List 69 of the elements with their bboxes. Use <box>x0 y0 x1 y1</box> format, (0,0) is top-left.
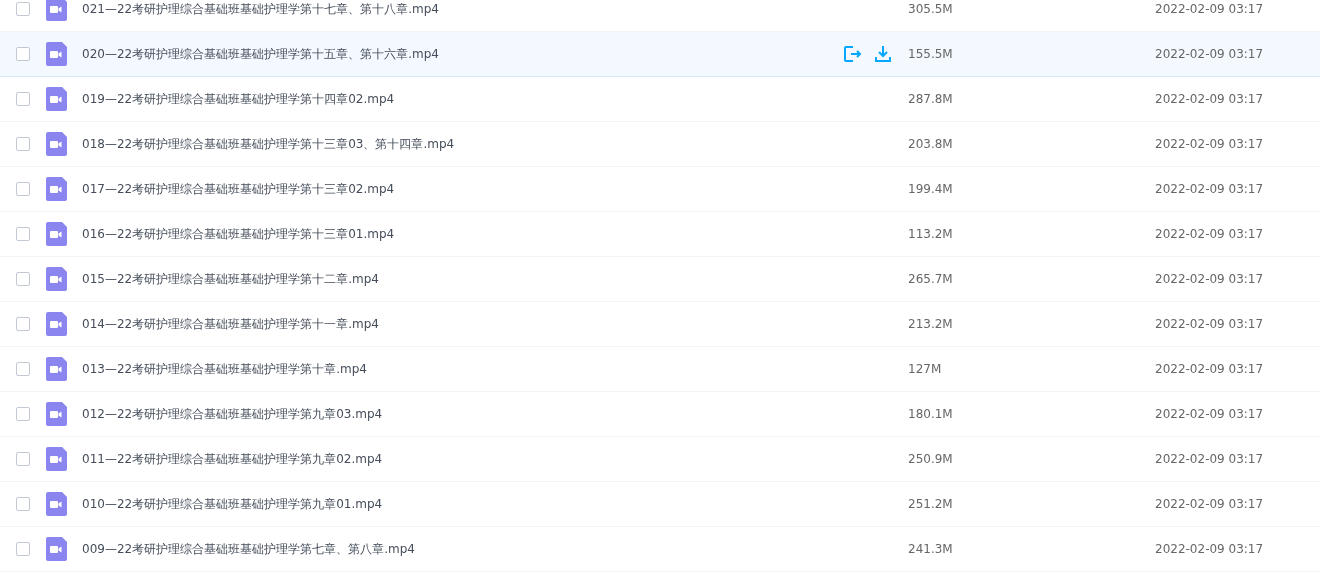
file-size: 265.7M <box>908 271 954 288</box>
video-file-icon <box>46 132 67 156</box>
modified-date: 2022-02-09 03:17 <box>1155 406 1264 423</box>
video-file-icon <box>46 267 67 291</box>
video-file-icon <box>46 312 67 336</box>
video-file-icon <box>46 42 67 66</box>
file-name[interactable]: 018—22考研护理综合基础班基础护理学第十三章03、第十四章.mp4 <box>82 135 842 153</box>
download-icon[interactable] <box>874 45 892 63</box>
file-size: 287.8M <box>908 91 954 108</box>
video-file-icon <box>46 402 67 426</box>
file-size: 305.5M <box>908 1 954 18</box>
file-name[interactable]: 014—22考研护理综合基础班基础护理学第十一章.mp4 <box>82 315 842 333</box>
video-file-icon <box>46 177 67 201</box>
file-size: 203.8M <box>908 136 954 153</box>
video-file-icon <box>46 357 67 381</box>
checkbox[interactable] <box>16 317 30 331</box>
file-name[interactable]: 012—22考研护理综合基础班基础护理学第九章03.mp4 <box>82 405 842 423</box>
checkbox[interactable] <box>16 452 30 466</box>
file-size: 155.5M <box>908 46 954 63</box>
checkbox[interactable] <box>16 272 30 286</box>
modified-date: 2022-02-09 03:17 <box>1155 46 1264 63</box>
file-name[interactable]: 016—22考研护理综合基础班基础护理学第十三章01.mp4 <box>82 225 842 243</box>
file-name[interactable]: 011—22考研护理综合基础班基础护理学第九章02.mp4 <box>82 450 842 468</box>
video-file-icon <box>46 447 67 471</box>
checkbox[interactable] <box>16 2 30 16</box>
share-icon[interactable] <box>842 44 862 64</box>
file-name[interactable]: 009—22考研护理综合基础班基础护理学第七章、第八章.mp4 <box>82 540 842 558</box>
file-size: 127M <box>908 361 943 378</box>
video-file-icon <box>46 222 67 246</box>
file-size: 251.2M <box>908 496 954 513</box>
file-size: 199.4M <box>908 181 954 198</box>
modified-date: 2022-02-09 03:17 <box>1155 271 1264 288</box>
file-size: 250.9M <box>908 451 954 468</box>
checkbox[interactable] <box>16 362 30 376</box>
file-row[interactable]: 020—22考研护理综合基础班基础护理学第十五章、第十六章.mp4 155.5M 2022-02-09 03:17 <box>0 32 1320 77</box>
checkbox[interactable] <box>16 47 30 61</box>
checkbox[interactable] <box>16 182 30 196</box>
checkbox[interactable] <box>16 407 30 421</box>
modified-date: 2022-02-09 03:17 <box>1155 91 1264 108</box>
file-size: 213.2M <box>908 316 954 333</box>
modified-date: 2022-02-09 03:17 <box>1155 451 1264 468</box>
video-file-icon <box>46 537 67 561</box>
video-file-icon <box>46 492 67 516</box>
file-size: 113.2M <box>908 226 954 243</box>
file-row[interactable]: 021—22考研护理综合基础班基础护理学第十七章、第十八章.mp4 305.5M 2022-02-09 03:17 <box>0 0 1320 32</box>
checkbox[interactable] <box>16 137 30 151</box>
checkbox[interactable] <box>16 497 30 511</box>
file-size: 241.3M <box>908 541 954 558</box>
checkbox[interactable] <box>16 227 30 241</box>
modified-date: 2022-02-09 03:17 <box>1155 496 1264 513</box>
video-file-icon <box>46 87 67 111</box>
checkbox[interactable] <box>16 542 30 556</box>
file-size: 180.1M <box>908 406 954 423</box>
file-name[interactable]: 017—22考研护理综合基础班基础护理学第十三章02.mp4 <box>82 180 842 198</box>
file-name[interactable]: 020—22考研护理综合基础班基础护理学第十五章、第十六章.mp4 <box>82 45 842 63</box>
file-name[interactable]: 021—22考研护理综合基础班基础护理学第十七章、第十八章.mp4 <box>82 0 842 18</box>
file-name[interactable]: 010—22考研护理综合基础班基础护理学第九章01.mp4 <box>82 495 842 513</box>
modified-date: 2022-02-09 03:17 <box>1155 136 1264 153</box>
modified-date: 2022-02-09 03:17 <box>1155 1 1264 18</box>
video-file-icon <box>46 0 67 21</box>
modified-date: 2022-02-09 03:17 <box>1155 541 1264 558</box>
modified-date: 2022-02-09 03:17 <box>1155 316 1264 333</box>
file-name[interactable]: 019—22考研护理综合基础班基础护理学第十四章02.mp4 <box>82 90 842 108</box>
modified-date: 2022-02-09 03:17 <box>1155 226 1264 243</box>
file-name[interactable]: 013—22考研护理综合基础班基础护理学第十章.mp4 <box>82 360 842 378</box>
modified-date: 2022-02-09 03:17 <box>1155 181 1264 198</box>
modified-date: 2022-02-09 03:17 <box>1155 361 1264 378</box>
checkbox[interactable] <box>16 92 30 106</box>
file-name[interactable]: 015—22考研护理综合基础班基础护理学第十二章.mp4 <box>82 270 842 288</box>
